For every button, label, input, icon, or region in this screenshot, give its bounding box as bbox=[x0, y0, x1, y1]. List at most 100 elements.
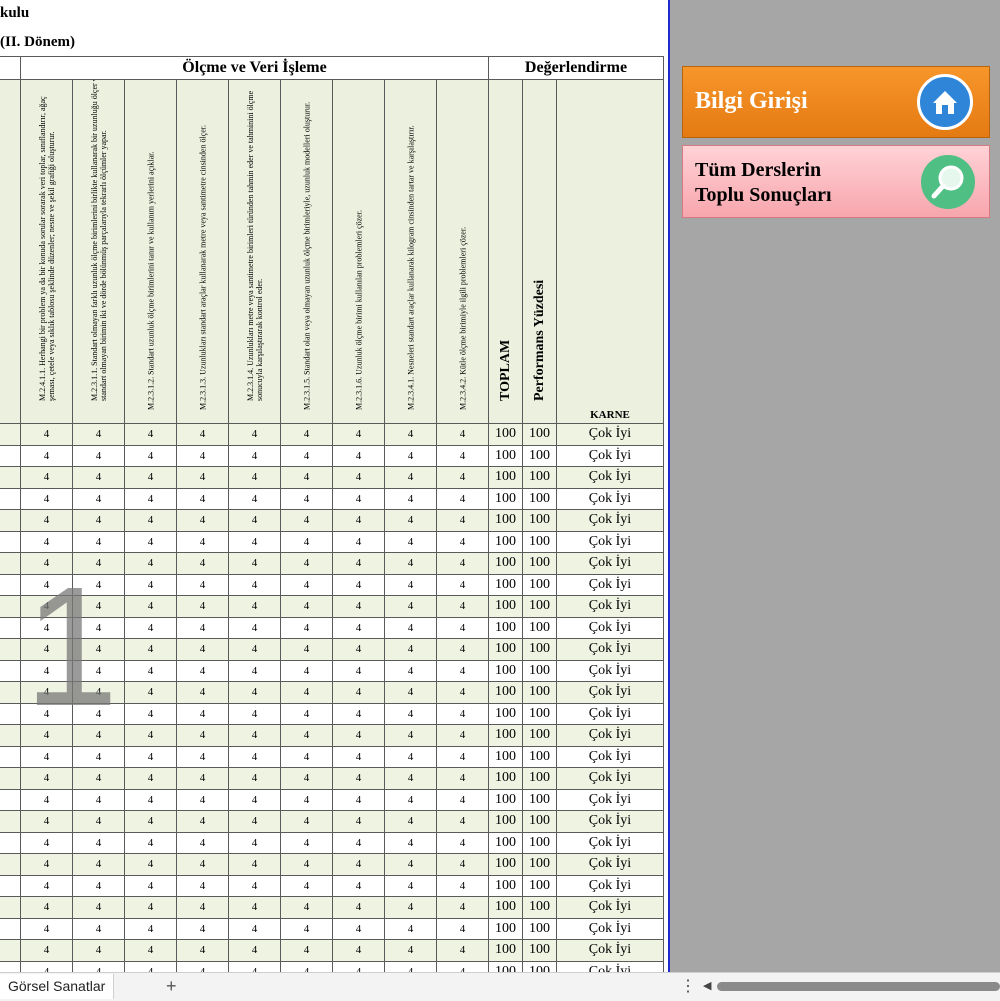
toplam-cell[interactable]: 100 bbox=[488, 466, 523, 489]
performans-cell[interactable]: 100 bbox=[522, 444, 557, 467]
row-label-cell[interactable] bbox=[0, 960, 21, 972]
outcome-header-6[interactable]: M.2.3.1.5. Standart olan veya olmayan uz… bbox=[280, 79, 333, 424]
score-cell[interactable]: 4 bbox=[20, 659, 73, 682]
toplam-cell[interactable]: 100 bbox=[488, 767, 523, 790]
score-cell[interactable]: 4 bbox=[280, 788, 333, 811]
cell-blank[interactable] bbox=[0, 56, 21, 80]
score-cell[interactable]: 4 bbox=[332, 659, 385, 682]
toplam-cell[interactable]: 100 bbox=[488, 745, 523, 768]
score-cell[interactable]: 4 bbox=[332, 896, 385, 919]
score-cell[interactable]: 4 bbox=[176, 487, 229, 510]
scroll-left-icon[interactable]: ◀ bbox=[703, 973, 711, 1000]
score-cell[interactable]: 4 bbox=[332, 466, 385, 489]
row-label-cell[interactable] bbox=[0, 423, 21, 446]
score-cell[interactable]: 4 bbox=[228, 788, 281, 811]
performans-cell[interactable]: 100 bbox=[522, 788, 557, 811]
score-cell[interactable]: 4 bbox=[176, 509, 229, 532]
score-cell[interactable]: 4 bbox=[20, 616, 73, 639]
score-cell[interactable]: 4 bbox=[228, 853, 281, 876]
add-sheet-icon[interactable]: + bbox=[166, 973, 177, 1000]
score-cell[interactable]: 4 bbox=[20, 638, 73, 661]
score-cell[interactable]: 4 bbox=[436, 788, 489, 811]
karne-cell[interactable]: Çok İyi bbox=[556, 530, 664, 553]
score-cell[interactable]: 4 bbox=[384, 767, 437, 790]
score-cell[interactable]: 4 bbox=[436, 638, 489, 661]
toplam-cell[interactable]: 100 bbox=[488, 896, 523, 919]
toplam-cell[interactable]: 100 bbox=[488, 788, 523, 811]
score-cell[interactable]: 4 bbox=[280, 767, 333, 790]
score-cell[interactable]: 4 bbox=[228, 659, 281, 682]
karne-cell[interactable]: Çok İyi bbox=[556, 788, 664, 811]
score-cell[interactable]: 4 bbox=[176, 788, 229, 811]
performans-cell[interactable]: 100 bbox=[522, 616, 557, 639]
toplam-cell[interactable]: 100 bbox=[488, 681, 523, 704]
score-cell[interactable]: 4 bbox=[228, 874, 281, 897]
score-cell[interactable]: 4 bbox=[436, 681, 489, 704]
score-cell[interactable]: 4 bbox=[384, 530, 437, 553]
karne-cell[interactable]: Çok İyi bbox=[556, 724, 664, 747]
score-cell[interactable]: 4 bbox=[72, 810, 125, 833]
row-label-cell[interactable] bbox=[0, 831, 21, 854]
score-cell[interactable]: 4 bbox=[72, 896, 125, 919]
score-cell[interactable]: 4 bbox=[72, 530, 125, 553]
score-cell[interactable]: 4 bbox=[280, 939, 333, 962]
score-cell[interactable]: 4 bbox=[280, 530, 333, 553]
score-cell[interactable]: 4 bbox=[124, 681, 177, 704]
score-cell[interactable]: 4 bbox=[280, 595, 333, 618]
performans-cell[interactable]: 100 bbox=[522, 595, 557, 618]
score-cell[interactable]: 4 bbox=[20, 960, 73, 972]
score-cell[interactable]: 4 bbox=[436, 853, 489, 876]
performans-cell[interactable]: 100 bbox=[522, 552, 557, 575]
score-cell[interactable]: 4 bbox=[20, 724, 73, 747]
score-cell[interactable]: 4 bbox=[384, 638, 437, 661]
score-cell[interactable]: 4 bbox=[72, 939, 125, 962]
score-cell[interactable]: 4 bbox=[124, 423, 177, 446]
score-cell[interactable]: 4 bbox=[20, 487, 73, 510]
score-cell[interactable]: 4 bbox=[228, 595, 281, 618]
score-cell[interactable]: 4 bbox=[228, 960, 281, 972]
score-cell[interactable]: 4 bbox=[228, 681, 281, 704]
score-cell[interactable]: 4 bbox=[384, 573, 437, 596]
score-cell[interactable]: 4 bbox=[280, 960, 333, 972]
score-cell[interactable]: 4 bbox=[280, 896, 333, 919]
score-cell[interactable]: 4 bbox=[176, 853, 229, 876]
score-cell[interactable]: 4 bbox=[280, 874, 333, 897]
score-cell[interactable]: 4 bbox=[176, 767, 229, 790]
score-cell[interactable]: 4 bbox=[384, 595, 437, 618]
horizontal-scrollbar-thumb[interactable] bbox=[717, 982, 1000, 991]
score-cell[interactable]: 4 bbox=[332, 853, 385, 876]
score-cell[interactable]: 4 bbox=[176, 444, 229, 467]
score-cell[interactable]: 4 bbox=[124, 573, 177, 596]
performans-cell[interactable]: 100 bbox=[522, 917, 557, 940]
score-cell[interactable]: 4 bbox=[124, 745, 177, 768]
karne-cell[interactable]: Çok İyi bbox=[556, 874, 664, 897]
score-cell[interactable]: 4 bbox=[332, 573, 385, 596]
score-cell[interactable]: 4 bbox=[176, 423, 229, 446]
group-header-olcme[interactable]: Ölçme ve Veri İşleme bbox=[20, 56, 489, 80]
performans-cell[interactable]: 100 bbox=[522, 767, 557, 790]
toplam-cell[interactable]: 100 bbox=[488, 552, 523, 575]
karne-header[interactable]: KARNE bbox=[556, 79, 664, 424]
row-label-cell[interactable] bbox=[0, 788, 21, 811]
score-cell[interactable]: 4 bbox=[176, 810, 229, 833]
score-cell[interactable]: 4 bbox=[20, 896, 73, 919]
score-cell[interactable]: 4 bbox=[436, 595, 489, 618]
score-cell[interactable]: 4 bbox=[280, 573, 333, 596]
score-cell[interactable]: 4 bbox=[384, 423, 437, 446]
row-label-cell[interactable] bbox=[0, 745, 21, 768]
score-cell[interactable]: 4 bbox=[176, 896, 229, 919]
performans-cell[interactable]: 100 bbox=[522, 939, 557, 962]
score-cell[interactable]: 4 bbox=[72, 466, 125, 489]
performans-cell[interactable]: 100 bbox=[522, 487, 557, 510]
score-cell[interactable]: 4 bbox=[72, 960, 125, 972]
score-cell[interactable]: 4 bbox=[436, 874, 489, 897]
score-cell[interactable]: 4 bbox=[20, 917, 73, 940]
row-label-cell[interactable] bbox=[0, 466, 21, 489]
score-cell[interactable]: 4 bbox=[384, 702, 437, 725]
score-cell[interactable]: 4 bbox=[436, 659, 489, 682]
score-cell[interactable]: 4 bbox=[436, 810, 489, 833]
performans-cell[interactable]: 100 bbox=[522, 874, 557, 897]
row-label-cell[interactable] bbox=[0, 638, 21, 661]
score-cell[interactable]: 4 bbox=[384, 874, 437, 897]
score-cell[interactable]: 4 bbox=[436, 702, 489, 725]
